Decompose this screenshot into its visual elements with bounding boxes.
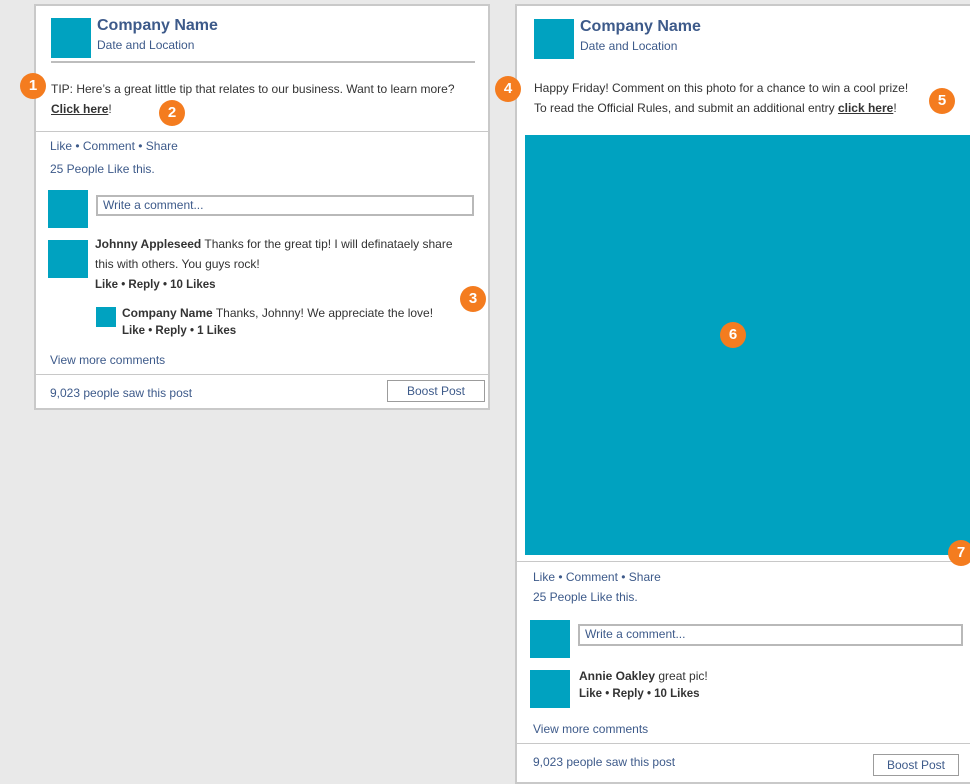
divider bbox=[517, 561, 970, 562]
post-views: 9,023 people saw this post bbox=[50, 386, 193, 400]
company-name[interactable]: Company Name bbox=[97, 17, 218, 35]
divider bbox=[36, 374, 488, 375]
view-more-comments[interactable]: View more comments bbox=[533, 722, 648, 736]
date-location: Date and Location bbox=[580, 39, 678, 53]
annotation-badge-4: 4 bbox=[495, 76, 521, 102]
post-text: Happy Friday! Comment on this photo for … bbox=[534, 81, 909, 115]
boost-post-button[interactable]: Boost Post bbox=[387, 380, 485, 402]
post-text: TIP: Here’s a great little tip that rela… bbox=[51, 82, 455, 116]
contest-photo[interactable] bbox=[525, 135, 970, 555]
date-location: Date and Location bbox=[97, 38, 195, 52]
reply-avatar bbox=[96, 307, 116, 327]
post-card-contest: Company Name Date and Location Happy Fri… bbox=[515, 4, 970, 784]
comment-actions[interactable]: Like • Reply • 10 Likes bbox=[579, 688, 700, 700]
view-more-comments[interactable]: View more comments bbox=[50, 353, 165, 367]
post-views: 9,023 people saw this post bbox=[533, 755, 676, 769]
annotation-badge-7: 7 bbox=[948, 540, 970, 566]
comment-input[interactable]: Write a comment... bbox=[96, 195, 474, 216]
company-avatar[interactable] bbox=[534, 19, 574, 59]
header-divider bbox=[51, 61, 475, 63]
divider bbox=[517, 743, 970, 744]
likes-count[interactable]: 25 People Like this. bbox=[50, 162, 155, 176]
reply-actions[interactable]: Like • Reply • 1 Likes bbox=[122, 325, 236, 337]
post-actions[interactable]: Like • Comment • Share bbox=[50, 139, 178, 153]
divider bbox=[36, 131, 488, 132]
comment: Annie Oakley great pic! bbox=[579, 669, 708, 683]
user-avatar bbox=[530, 620, 570, 658]
annotation-badge-2: 2 bbox=[159, 100, 185, 126]
comment-input[interactable]: Write a comment... bbox=[578, 624, 963, 646]
likes-count[interactable]: 25 People Like this. bbox=[533, 590, 638, 604]
company-name[interactable]: Company Name bbox=[580, 18, 701, 36]
annotation-badge-6: 6 bbox=[720, 322, 746, 348]
annotation-badge-3: 3 bbox=[460, 286, 486, 312]
annotation-badge-1: 1 bbox=[20, 73, 46, 99]
click-here-link[interactable]: Click here bbox=[51, 102, 108, 116]
comment: Johnny Appleseed Thanks for the great ti… bbox=[95, 237, 453, 271]
post-card-tip: Company Name Date and Location TIP: Here… bbox=[34, 4, 490, 410]
post-actions[interactable]: Like • Comment • Share bbox=[533, 570, 661, 584]
comment-author[interactable]: Annie Oakley bbox=[579, 669, 655, 683]
commenter-avatar bbox=[530, 670, 570, 708]
boost-post-button[interactable]: Boost Post bbox=[873, 754, 959, 776]
comment-actions[interactable]: Like • Reply • 10 Likes bbox=[95, 279, 216, 291]
commenter-avatar bbox=[48, 240, 88, 278]
comment-author[interactable]: Johnny Appleseed bbox=[95, 237, 201, 251]
company-avatar[interactable] bbox=[51, 18, 91, 58]
reply: Company Name Thanks, Johnny! We apprecia… bbox=[122, 306, 434, 320]
user-avatar bbox=[48, 190, 88, 228]
reply-author[interactable]: Company Name bbox=[122, 306, 213, 320]
click-here-link[interactable]: click here bbox=[838, 101, 893, 115]
annotation-badge-5: 5 bbox=[929, 88, 955, 114]
